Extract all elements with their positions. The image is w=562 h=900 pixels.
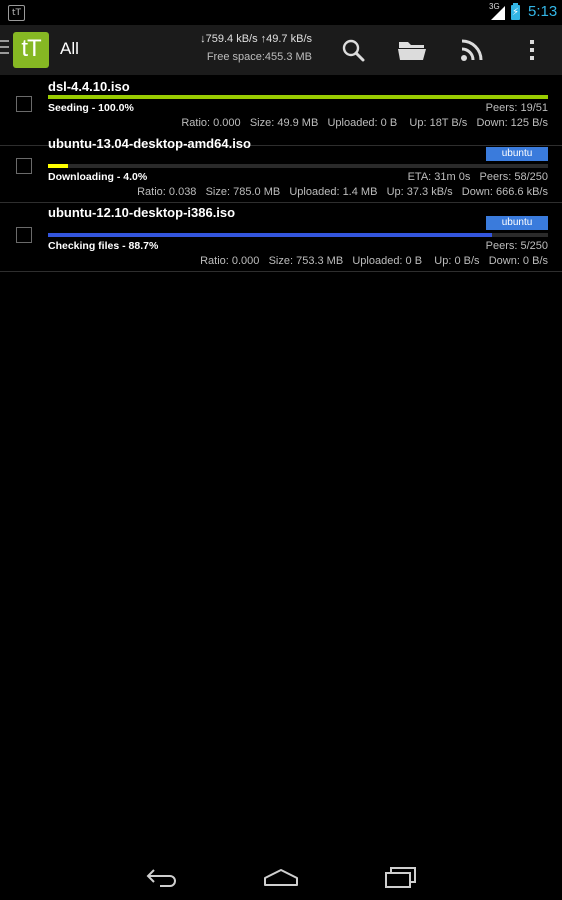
app-notification-icon: tT bbox=[8, 5, 25, 21]
progress-bar bbox=[48, 95, 548, 99]
torrent-eta-peers: ETA: 31m 0s Peers: 58/250 bbox=[407, 171, 548, 183]
overflow-menu-button[interactable] bbox=[514, 33, 550, 67]
torrent-status: Seeding - 100.0% bbox=[48, 102, 134, 114]
search-button[interactable] bbox=[335, 33, 371, 67]
progress-bar bbox=[48, 164, 548, 168]
recent-apps-icon bbox=[385, 867, 416, 888]
back-button[interactable] bbox=[141, 863, 181, 891]
recent-apps-button[interactable] bbox=[381, 863, 421, 891]
torrent-status: Downloading - 4.0% bbox=[48, 171, 148, 183]
torrent-row[interactable]: ubuntu-13.04-desktop-amd64.iso ubuntu Do… bbox=[0, 133, 562, 203]
torrent-status: Checking files - 88.7% bbox=[48, 240, 159, 252]
charging-icon: ⚡ bbox=[511, 7, 520, 18]
select-checkbox[interactable] bbox=[16, 227, 32, 243]
signal-icon bbox=[491, 6, 505, 20]
torrent-stats: Ratio: 0.000 Size: 49.9 MB Uploaded: 0 B… bbox=[181, 117, 548, 129]
open-folder-button[interactable] bbox=[394, 33, 430, 67]
progress-fill bbox=[48, 95, 548, 99]
torrent-stats: Ratio: 0.038 Size: 785.0 MB Uploaded: 1.… bbox=[137, 186, 548, 198]
home-button[interactable] bbox=[261, 863, 301, 891]
status-bar: tT 3G ⚡ 5:13 bbox=[0, 0, 562, 25]
torrent-peers: Peers: 19/51 bbox=[485, 102, 548, 114]
transfer-speed: ↓759.4 kB/s ↑49.7 kB/s bbox=[200, 33, 312, 45]
select-checkbox[interactable] bbox=[16, 158, 32, 174]
rss-feeds-button[interactable] bbox=[454, 33, 490, 67]
drawer-menu-icon[interactable] bbox=[0, 40, 9, 60]
torrent-name: dsl-4.4.10.iso bbox=[48, 79, 130, 94]
torrent-stats: Ratio: 0.000 Size: 753.3 MB Uploaded: 0 … bbox=[200, 255, 548, 267]
torrent-peers: Peers: 5/250 bbox=[485, 240, 548, 252]
select-checkbox[interactable] bbox=[16, 96, 32, 112]
navigation-bar bbox=[0, 855, 562, 900]
back-icon bbox=[146, 869, 176, 887]
battery-icon: ⚡ bbox=[511, 3, 520, 20]
free-space: Free space:455.3 MB bbox=[206, 51, 312, 63]
progress-bar bbox=[48, 233, 548, 237]
action-bar: tT All ↓759.4 kB/s ↑49.7 kB/s Free space… bbox=[0, 25, 562, 75]
progress-fill bbox=[48, 164, 68, 168]
search-icon bbox=[342, 39, 365, 62]
torrent-row[interactable]: ubuntu-12.10-desktop-i386.iso ubuntu Che… bbox=[0, 202, 562, 272]
status-time: 5:13 bbox=[528, 3, 558, 20]
torrent-label-badge[interactable]: ubuntu bbox=[486, 216, 548, 230]
overflow-menu-icon bbox=[530, 40, 534, 60]
folder-icon bbox=[398, 42, 426, 60]
home-icon bbox=[264, 869, 298, 886]
filter-title[interactable]: All bbox=[60, 39, 79, 59]
torrent-label-badge[interactable]: ubuntu bbox=[486, 147, 548, 161]
torrent-name: ubuntu-12.10-desktop-i386.iso bbox=[48, 205, 236, 220]
torrent-name: ubuntu-13.04-desktop-amd64.iso bbox=[48, 136, 251, 151]
rss-icon bbox=[461, 39, 483, 61]
progress-fill bbox=[48, 233, 492, 237]
app-logo[interactable]: tT bbox=[13, 32, 49, 68]
